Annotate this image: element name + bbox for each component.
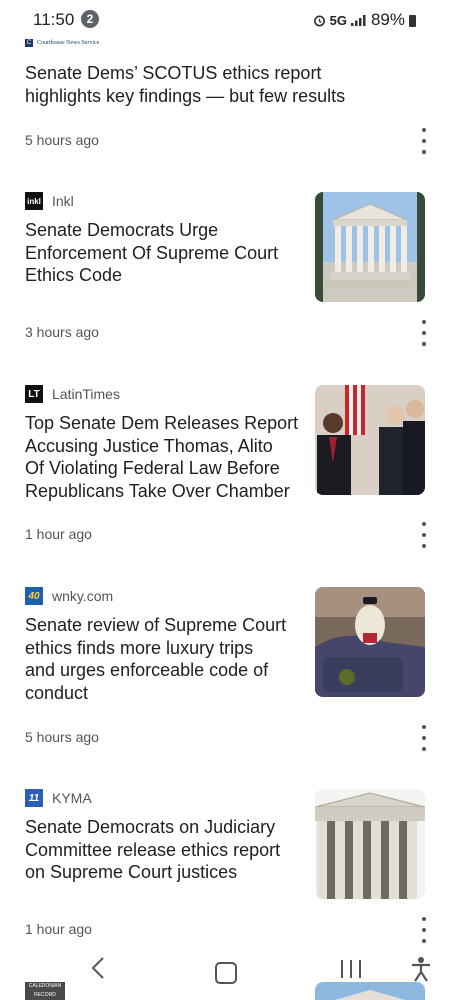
accessibility-icon[interactable] — [410, 956, 432, 987]
home-icon[interactable] — [215, 962, 237, 984]
article-source: 11 KYMA — [25, 788, 92, 808]
back-icon[interactable] — [90, 955, 106, 987]
headline-line: Committee release ethics report — [25, 839, 281, 860]
court-columns-image — [315, 789, 425, 899]
headline-line: on Supreme Court justices — [25, 862, 238, 882]
headline-line: Senate Democrats on Judiciary — [25, 817, 276, 837]
article-thumbnail[interactable] — [315, 789, 425, 899]
article-headline[interactable]: Senate Democrats on Judiciary Committee … — [25, 816, 280, 884]
source-logo: 11 — [25, 789, 43, 807]
recents-icon[interactable] — [341, 960, 361, 980]
article-time: 1 hour ago — [25, 921, 92, 937]
system-navigation-bar — [0, 948, 450, 1000]
more-options-icon[interactable] — [414, 917, 434, 943]
article-card[interactable]: 11 KYMA Senate Democrats on Judiciary Co… — [0, 0, 450, 950]
source-name: KYMA — [52, 790, 92, 806]
